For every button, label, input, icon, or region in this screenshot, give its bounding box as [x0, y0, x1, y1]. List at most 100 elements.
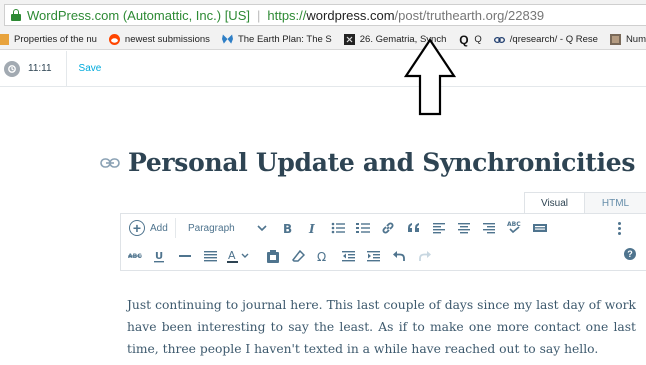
justify-icon: [203, 251, 217, 262]
bookmark-item[interactable]: /qresearch/ - Q Rese: [493, 34, 598, 45]
special-character-button[interactable]: Ω: [315, 246, 331, 266]
url-scheme: https://: [267, 7, 307, 23]
justify-button[interactable]: [202, 246, 218, 266]
svg-text:B: B: [283, 222, 292, 234]
address-bar: WordPress.com (Automattic, Inc.) [US] | …: [0, 0, 646, 30]
numbered-list-icon: [356, 223, 370, 233]
italic-button[interactable]: I: [305, 218, 319, 238]
strikethrough-icon: ABC: [128, 253, 142, 260]
underline-button[interactable]: U: [152, 246, 166, 266]
paste-text-button[interactable]: [265, 246, 281, 266]
horizontal-rule-button[interactable]: [177, 246, 193, 266]
bookmark-label: The Earth Plan: The S: [237, 34, 332, 45]
bookmark-item[interactable]: newest submissions: [108, 34, 210, 45]
text-color-icon: A: [227, 249, 249, 263]
svg-text:ABC: ABC: [507, 221, 521, 228]
outdent-button[interactable]: [340, 246, 356, 266]
outdent-icon: [341, 251, 355, 262]
bullet-list-icon: [331, 222, 345, 234]
omega-icon: Ω: [317, 250, 326, 262]
text-color-button[interactable]: A: [226, 246, 252, 266]
bookmark-label: Properties of the nu: [14, 34, 97, 45]
italic-icon: I: [308, 222, 315, 234]
bookmark-icon: [0, 34, 9, 45]
align-left-icon: [432, 223, 445, 234]
permalink-icon[interactable]: [100, 157, 120, 169]
url-host: wordpress.com: [306, 7, 395, 23]
tab-html[interactable]: HTML: [585, 192, 646, 213]
bullet-list-button[interactable]: [330, 218, 346, 238]
bookmark-label: Number: [625, 34, 646, 45]
redo-button[interactable]: [416, 246, 432, 266]
bookmark-item[interactable]: Q Q: [458, 32, 482, 47]
svg-text:A: A: [228, 249, 236, 262]
bookmark-label: newest submissions: [124, 34, 210, 45]
undo-button[interactable]: [391, 246, 407, 266]
lock-icon: [11, 9, 21, 21]
reddit-icon: [108, 34, 120, 45]
editor-header: 11:11 Save: [0, 50, 646, 87]
post-time[interactable]: 11:11: [28, 63, 52, 74]
bookmark-label: /qresearch/ - Q Rese: [509, 34, 598, 45]
toolbar-toggle-button[interactable]: [532, 218, 548, 238]
help-icon[interactable]: ?: [624, 248, 636, 260]
clear-formatting-button[interactable]: [290, 246, 306, 266]
blockquote-button[interactable]: [406, 218, 422, 238]
butterfly-icon: [221, 34, 233, 45]
link-icon: [493, 34, 505, 45]
align-center-icon: [457, 223, 470, 234]
image-icon: [609, 34, 621, 45]
insert-link-button[interactable]: [380, 218, 396, 238]
indent-icon: [366, 251, 380, 262]
redo-icon: [418, 251, 431, 261]
undo-icon: [392, 251, 405, 261]
post-title[interactable]: Personal Update and Synchronicities: [128, 148, 635, 177]
bold-icon: B: [283, 222, 292, 234]
eraser-icon: [291, 249, 305, 262]
indent-button[interactable]: [365, 246, 381, 266]
svg-text:U: U: [155, 251, 163, 262]
chevron-down-icon: [257, 225, 267, 232]
align-left-button[interactable]: [431, 218, 447, 238]
svg-text:Ω: Ω: [317, 250, 326, 262]
url-path: /post/truthearth.org/22839: [394, 7, 545, 23]
bookmark-item[interactable]: Number: [609, 34, 646, 45]
site-identity[interactable]: WordPress.com (Automattic, Inc.) [US]: [27, 8, 250, 23]
add-media-button[interactable]: + Add: [129, 218, 168, 238]
post-content[interactable]: Just continuing to journal here. This la…: [127, 294, 636, 360]
underline-icon: U: [154, 251, 164, 262]
horizontal-rule-icon: [179, 255, 191, 257]
align-right-button[interactable]: [481, 218, 497, 238]
header-divider: [65, 50, 67, 87]
strikethrough-button[interactable]: ABC: [127, 246, 143, 266]
url-divider: |: [256, 7, 261, 23]
numbered-list-button[interactable]: [355, 218, 371, 238]
url-field[interactable]: WordPress.com (Automattic, Inc.) [US] | …: [4, 4, 646, 26]
tab-visual[interactable]: Visual: [524, 192, 585, 213]
gematria-icon: [343, 34, 355, 45]
link-icon: [382, 222, 394, 234]
quote-icon: [408, 223, 419, 232]
q-icon: Q: [459, 32, 469, 47]
keyboard-icon: [533, 224, 547, 232]
bookmarks-bar: Properties of the nu newest submissions …: [0, 30, 646, 50]
bookmark-item[interactable]: Properties of the nu: [0, 34, 97, 45]
add-label: Add: [150, 222, 168, 234]
format-select[interactable]: Paragraph: [175, 218, 271, 238]
editor-toolbar: + Add Paragraph B I ABC ABC U A Ω ?: [120, 213, 646, 271]
save-button[interactable]: Save: [79, 63, 102, 74]
post-title-row: Personal Update and Synchronicities: [100, 148, 635, 177]
editor-mode-tabs: Visual HTML: [524, 192, 646, 213]
more-icon: [617, 221, 621, 225]
plus-icon: +: [129, 220, 145, 236]
more-options-button[interactable]: [615, 218, 623, 238]
svg-text:I: I: [308, 222, 315, 234]
post-status-icon[interactable]: [4, 60, 20, 77]
bookmark-label: Q: [474, 34, 482, 45]
clipboard-icon: [267, 249, 279, 263]
spellcheck-button[interactable]: ABC: [506, 217, 522, 237]
bold-button[interactable]: B: [279, 218, 295, 238]
format-select-value: Paragraph: [188, 222, 235, 234]
bookmark-item[interactable]: The Earth Plan: The S: [221, 34, 332, 45]
align-center-button[interactable]: [456, 218, 472, 238]
